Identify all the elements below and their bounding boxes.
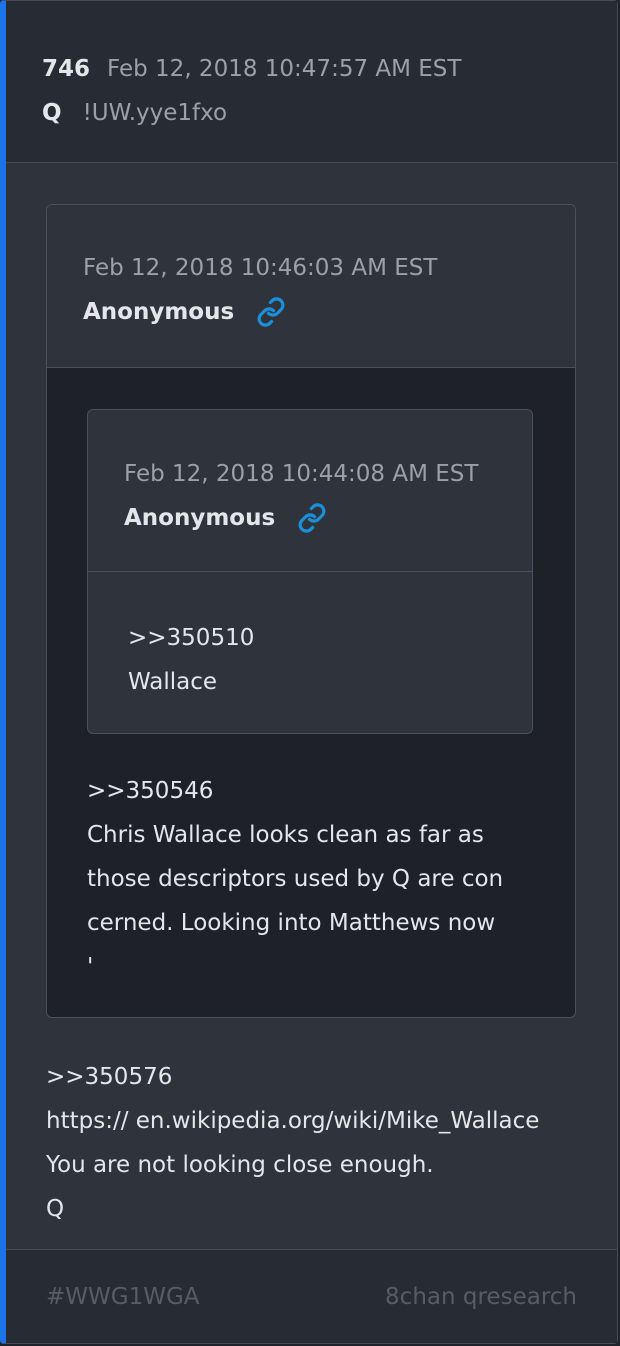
quoted-post-inner: Feb 12, 2018 10:44:08 AM EST Anonymous >…: [87, 409, 533, 734]
post-reply-ref[interactable]: >>350576: [46, 1055, 606, 1099]
post-footer: #WWG1WGA 8chan qresearch: [6, 1249, 617, 1343]
post-header: 746 Feb 12, 2018 10:47:57 AM EST Q !UW.y…: [6, 1, 617, 163]
post-text: You are not looking close enough.: [46, 1152, 434, 1178]
post-card: 746 Feb 12, 2018 10:47:57 AM EST Q !UW.y…: [0, 0, 618, 1344]
post-author-line: Q !UW.yye1fxo: [42, 91, 617, 135]
quoted-post-inner-body: >>350510 Wallace: [88, 572, 532, 704]
post-link[interactable]: https:// en.wikipedia.org/wiki/Mike_Wall…: [46, 1099, 606, 1143]
footer-tag: #WWG1WGA: [46, 1283, 200, 1310]
quoted-post-inner-reply-ref[interactable]: >>350510: [128, 616, 532, 660]
quoted-post-outer-line: those descriptors used by Q are con: [87, 866, 504, 892]
footer-source: 8chan qresearch: [385, 1283, 577, 1310]
quoted-post-outer-body: >>350546 Chris Wallace looks clean as fa…: [87, 769, 547, 989]
quoted-post-inner-author: Anonymous: [124, 505, 276, 531]
quoted-post-outer-timestamp: Feb 12, 2018 10:46:03 AM EST: [83, 255, 438, 281]
quoted-post-outer: Feb 12, 2018 10:46:03 AM EST Anonymous F…: [46, 204, 576, 1018]
post-signature: Q: [46, 1196, 65, 1222]
quoted-post-inner-text: Wallace: [128, 669, 218, 695]
post-author: Q: [42, 100, 62, 126]
quoted-post-outer-line: Chris Wallace looks clean as far as: [87, 822, 484, 848]
link-icon[interactable]: [297, 503, 327, 533]
quoted-post-outer-header: Feb 12, 2018 10:46:03 AM EST Anonymous: [47, 205, 575, 368]
post-body: >>350576 https:// en.wikipedia.org/wiki/…: [46, 1055, 606, 1231]
quoted-post-inner-author-line: Anonymous: [124, 496, 532, 540]
quoted-post-outer-author: Anonymous: [83, 299, 235, 325]
post-number[interactable]: 746: [42, 56, 90, 82]
quoted-post-outer-author-line: Anonymous: [83, 290, 575, 334]
quoted-post-inner-header: Feb 12, 2018 10:44:08 AM EST Anonymous: [88, 410, 532, 572]
quoted-post-outer-reply-ref[interactable]: >>350546: [87, 769, 547, 813]
link-icon[interactable]: [256, 297, 286, 327]
post-timestamp: Feb 12, 2018 10:47:57 AM EST: [107, 56, 462, 82]
post-meta-line: 746 Feb 12, 2018 10:47:57 AM EST: [42, 47, 617, 91]
quoted-post-outer-line: cerned. Looking into Matthews now: [87, 910, 496, 936]
post-tripcode: !UW.yye1fxo: [82, 100, 228, 126]
quoted-post-outer-line: ': [87, 954, 94, 980]
quoted-post-inner-timestamp: Feb 12, 2018 10:44:08 AM EST: [124, 461, 479, 487]
